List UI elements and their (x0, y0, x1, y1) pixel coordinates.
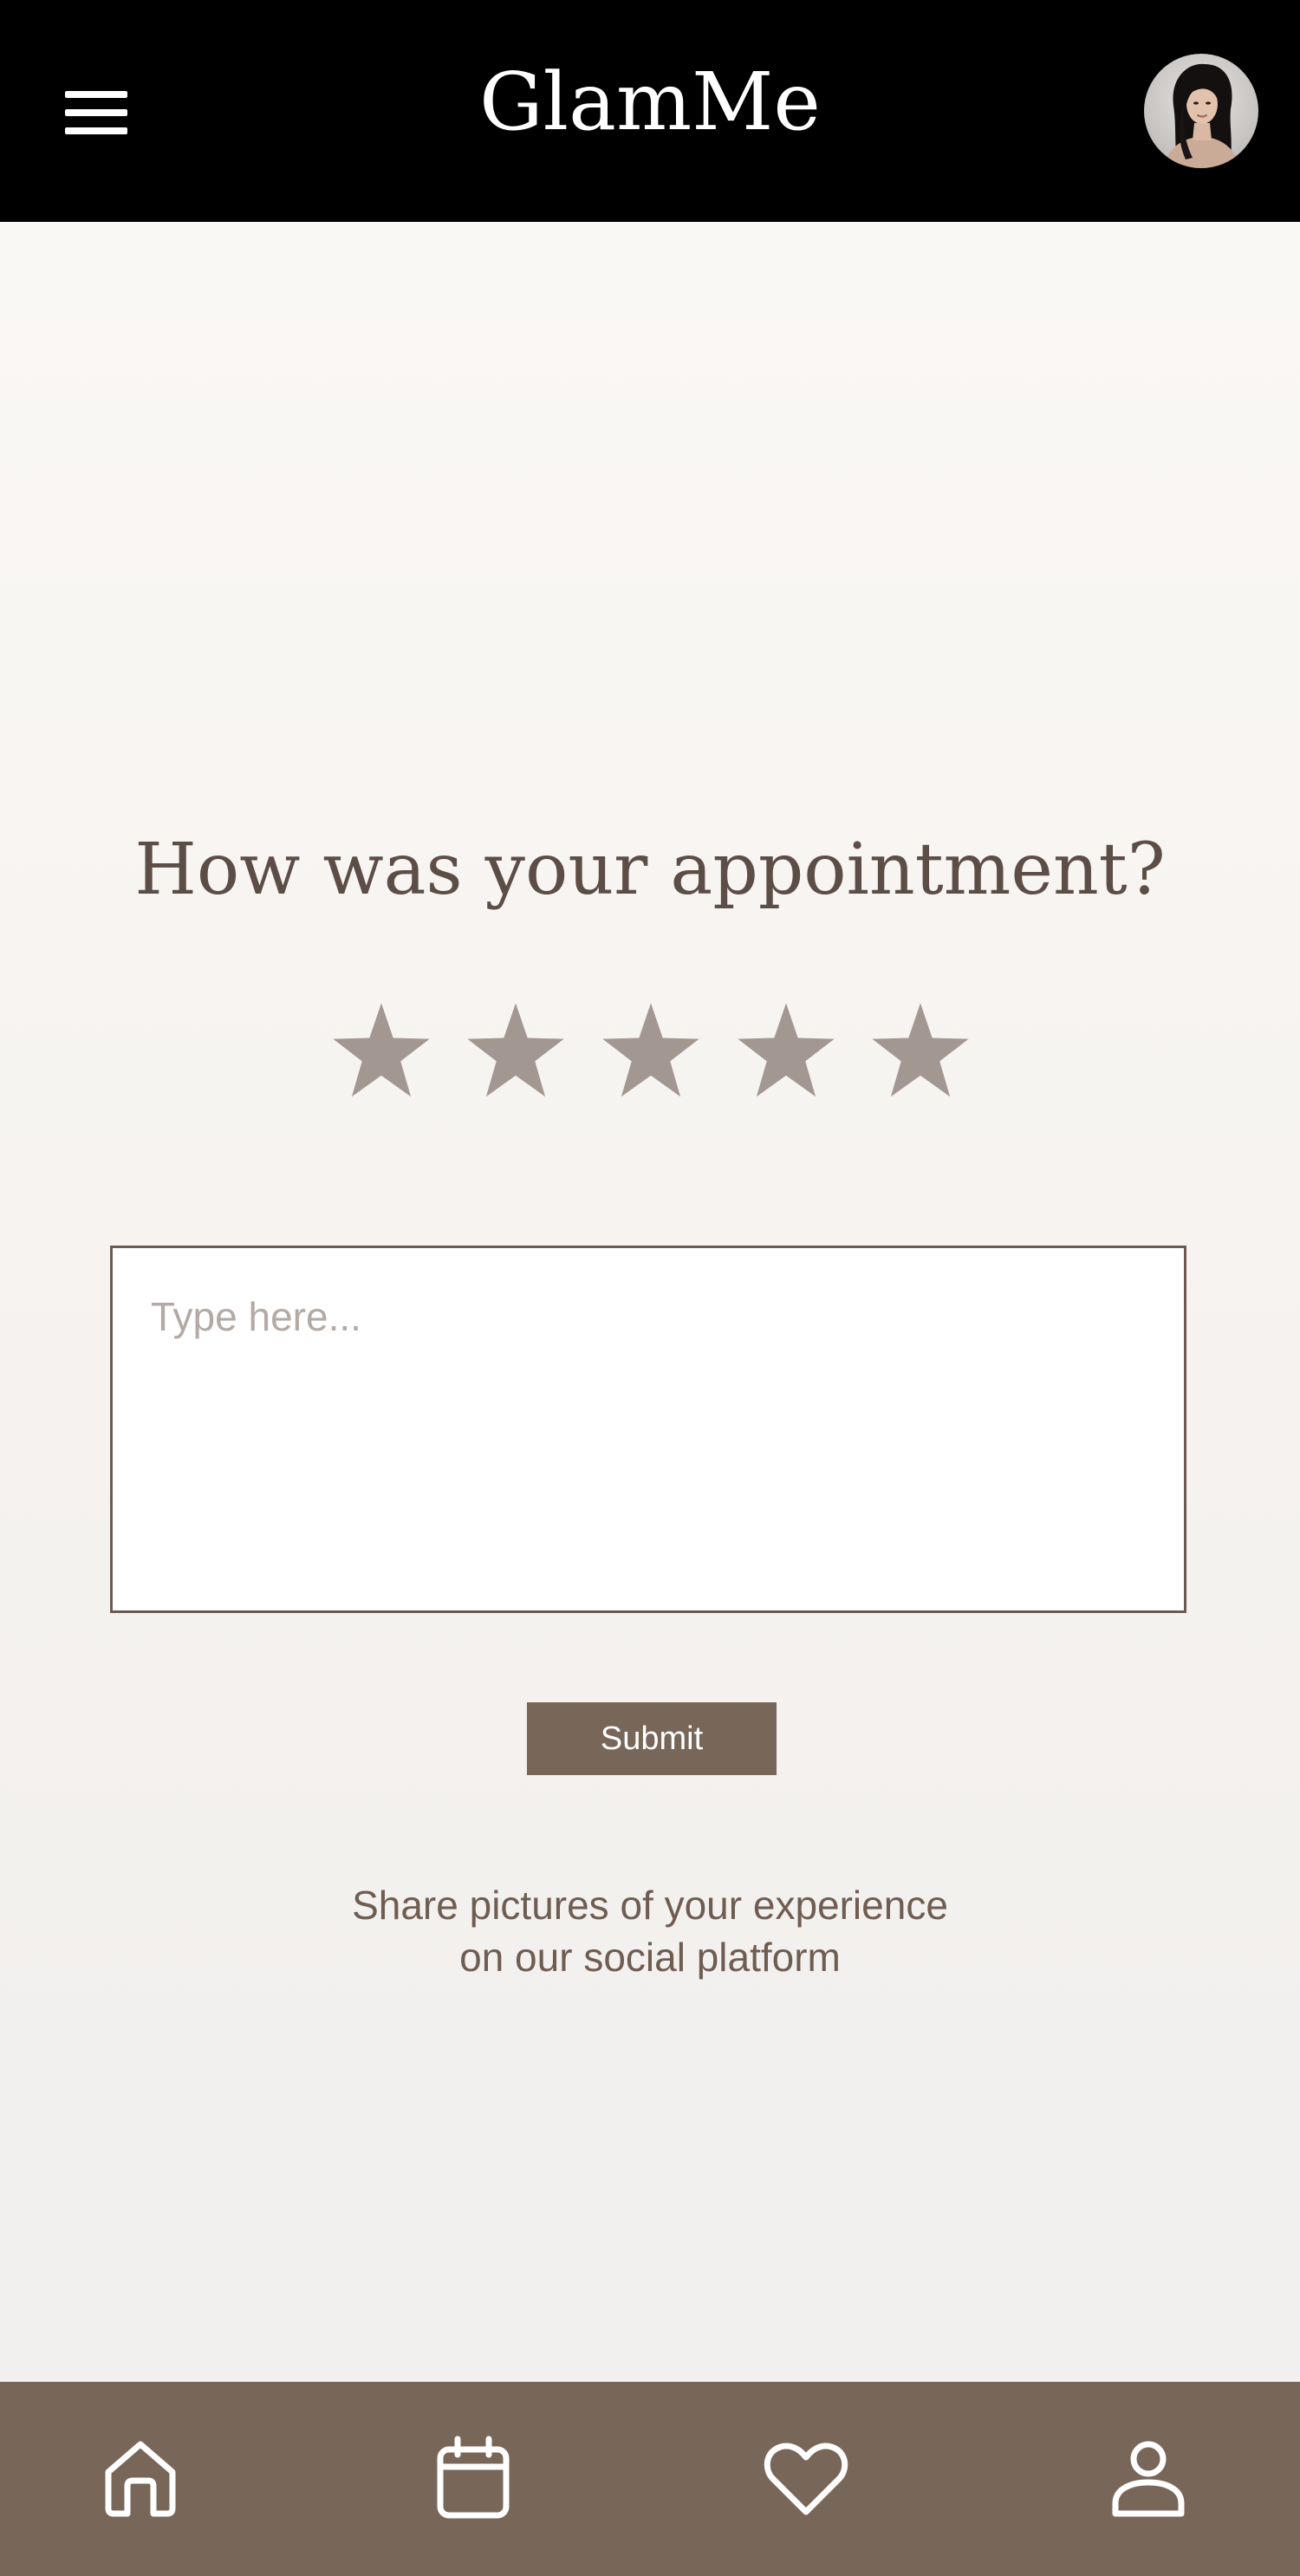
top-app-bar: GlamMe (0, 0, 1300, 222)
home-icon (105, 2441, 176, 2517)
submit-button[interactable]: Submit (527, 1702, 777, 1775)
star-icon (467, 1003, 564, 1097)
nav-favorites-button[interactable] (758, 2430, 854, 2526)
star-icon (602, 1003, 699, 1097)
star-4-button[interactable] (736, 1001, 836, 1102)
feedback-question: How was your appointment? (134, 829, 1166, 911)
star-2-button[interactable] (465, 1001, 566, 1102)
heart-icon (764, 2443, 848, 2515)
star-5-button[interactable] (870, 1001, 971, 1102)
share-text-line-1: Share pictures of your experience (352, 1883, 948, 1928)
review-text-input[interactable] (110, 1246, 1186, 1613)
nav-profile-button[interactable] (1101, 2430, 1196, 2526)
star-icon (333, 1003, 430, 1097)
star-3-button[interactable] (601, 1001, 701, 1102)
star-1-button[interactable] (331, 1001, 432, 1102)
calendar-icon (437, 2436, 510, 2519)
share-pictures-text: Share pictures of your experience on our… (217, 1879, 1083, 1983)
profile-icon (1112, 2441, 1185, 2517)
app-logo-text: GlamMe (479, 55, 821, 148)
bottom-navigation-bar (0, 2382, 1300, 2576)
star-icon (738, 1003, 835, 1097)
star-icon (872, 1003, 969, 1097)
avatar-photo (1144, 54, 1258, 168)
share-text-line-2: on our social platform (459, 1935, 841, 1980)
avatar[interactable] (1144, 54, 1258, 168)
star-rating (0, 1001, 1300, 1105)
nav-home-button[interactable] (93, 2430, 188, 2526)
nav-calendar-button[interactable] (426, 2430, 521, 2526)
